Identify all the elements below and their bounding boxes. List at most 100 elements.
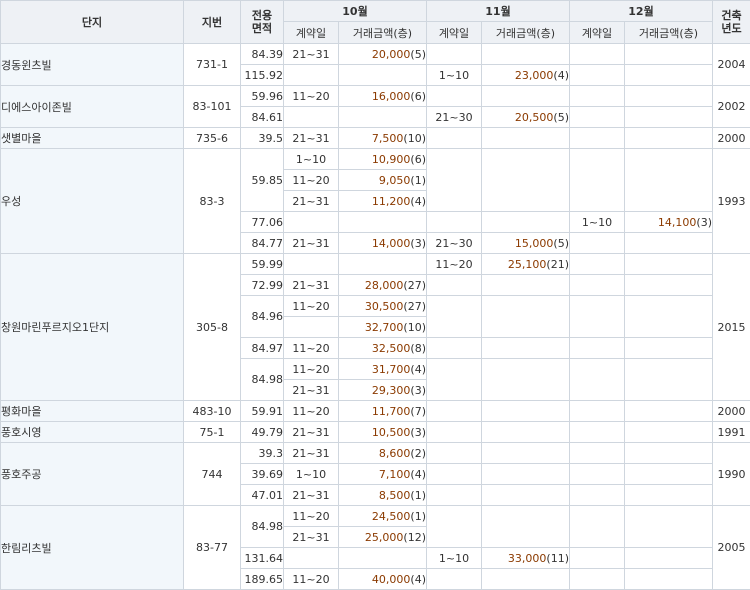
amount-value: 9,050 <box>379 174 411 187</box>
unit-area: 59.85 <box>241 149 284 212</box>
deal-amount: 10,900(6) <box>339 149 427 170</box>
deal-amount: 40,000(4) <box>339 569 427 590</box>
unit-area: 84.98 <box>241 506 284 548</box>
complex-jibun: 483-10 <box>184 401 241 422</box>
contract-date: 21~31 <box>284 422 339 443</box>
deal-amount: 32,500(8) <box>339 338 427 359</box>
table-row: 풍호시영75-149.7921~3110,500(3)1991 <box>1 422 750 443</box>
empty-cell <box>427 128 482 149</box>
deal-amount: 25,000(12) <box>339 527 427 548</box>
floor-value: (5) <box>410 48 426 61</box>
empty-cell <box>625 422 713 443</box>
empty-cell <box>339 212 427 233</box>
table-row: 평화마을483-1059.9111~2011,700(7)2000 <box>1 401 750 422</box>
header-month-12: 12월 <box>570 1 713 22</box>
deal-amount: 25,100(21) <box>482 254 570 275</box>
empty-cell <box>482 422 570 443</box>
empty-cell <box>625 359 713 401</box>
empty-cell <box>339 548 427 569</box>
floor-value: (10) <box>403 132 426 145</box>
empty-cell <box>625 485 713 506</box>
built-year: 2015 <box>713 254 750 401</box>
header-contract-date: 계약일 <box>570 22 625 44</box>
complex-name: 샛별마을 <box>1 128 184 149</box>
contract-date: 11~20 <box>427 254 482 275</box>
empty-cell <box>482 212 570 233</box>
empty-cell <box>482 338 570 359</box>
built-year: 2005 <box>713 506 750 590</box>
deal-amount: 20,500(5) <box>482 107 570 128</box>
deal-amount: 23,000(4) <box>482 65 570 86</box>
unit-area: 84.77 <box>241 233 284 254</box>
empty-cell <box>482 44 570 65</box>
empty-cell <box>625 44 713 65</box>
amount-value: 10,500 <box>372 426 411 439</box>
amount-value: 20,500 <box>515 111 554 124</box>
unit-area: 72.99 <box>241 275 284 296</box>
contract-date: 21~31 <box>284 275 339 296</box>
contract-date: 11~20 <box>284 170 339 191</box>
empty-cell <box>339 65 427 86</box>
amount-value: 32,700 <box>365 321 404 334</box>
complex-jibun: 83-101 <box>184 86 241 128</box>
amount-value: 25,000 <box>365 531 404 544</box>
empty-cell <box>570 548 625 569</box>
contract-date: 21~31 <box>284 485 339 506</box>
unit-area: 47.01 <box>241 485 284 506</box>
empty-cell <box>570 128 625 149</box>
floor-value: (3) <box>410 237 426 250</box>
empty-cell <box>625 275 713 296</box>
amount-value: 8,500 <box>379 489 411 502</box>
empty-cell <box>625 548 713 569</box>
unit-area: 59.91 <box>241 401 284 422</box>
floor-value: (3) <box>410 426 426 439</box>
header-built-year: 건축 년도 <box>713 1 750 44</box>
empty-cell <box>570 275 625 296</box>
header-month-11: 11월 <box>427 1 570 22</box>
contract-date: 11~20 <box>284 296 339 317</box>
header-complex: 단지 <box>1 1 184 44</box>
contract-date: 21~31 <box>284 233 339 254</box>
table-row: 우성83-359.851~1010,900(6)1993 <box>1 149 750 170</box>
built-year: 2002 <box>713 86 750 128</box>
empty-cell <box>625 296 713 338</box>
deal-amount: 8,500(1) <box>339 485 427 506</box>
empty-cell <box>625 401 713 422</box>
empty-cell <box>570 485 625 506</box>
header-amount: 거래금액(층) <box>625 22 713 44</box>
complex-name: 풍호시영 <box>1 422 184 443</box>
empty-cell <box>482 506 570 548</box>
empty-cell <box>482 464 570 485</box>
empty-cell <box>482 485 570 506</box>
empty-cell <box>482 359 570 401</box>
table-row: 샛별마을735-639.521~317,500(10)2000 <box>1 128 750 149</box>
contract-date: 21~31 <box>284 443 339 464</box>
contract-date <box>284 317 339 338</box>
contract-date: 11~20 <box>284 569 339 590</box>
empty-cell <box>482 401 570 422</box>
amount-value: 7,100 <box>379 468 411 481</box>
amount-value: 25,100 <box>508 258 547 271</box>
empty-cell <box>427 422 482 443</box>
built-year: 1993 <box>713 149 750 254</box>
empty-cell <box>625 86 713 107</box>
unit-area: 49.79 <box>241 422 284 443</box>
empty-cell <box>570 296 625 338</box>
empty-cell <box>570 464 625 485</box>
amount-value: 30,500 <box>365 300 404 313</box>
amount-value: 40,000 <box>372 573 411 586</box>
apartment-transaction-table: 단지 지번 전용 면적 10월 11월 12월 건축 년도 계약일 거래금액(층… <box>0 0 750 590</box>
unit-area: 39.69 <box>241 464 284 485</box>
complex-name: 경동윈츠빌 <box>1 44 184 86</box>
complex-name: 우성 <box>1 149 184 254</box>
floor-value: (8) <box>410 342 426 355</box>
amount-value: 16,000 <box>372 90 411 103</box>
contract-date: 21~30 <box>427 107 482 128</box>
empty-cell <box>284 212 339 233</box>
floor-value: (1) <box>410 174 426 187</box>
empty-cell <box>570 569 625 590</box>
empty-cell <box>570 506 625 548</box>
complex-jibun: 305-8 <box>184 254 241 401</box>
empty-cell <box>427 44 482 65</box>
empty-cell <box>339 107 427 128</box>
